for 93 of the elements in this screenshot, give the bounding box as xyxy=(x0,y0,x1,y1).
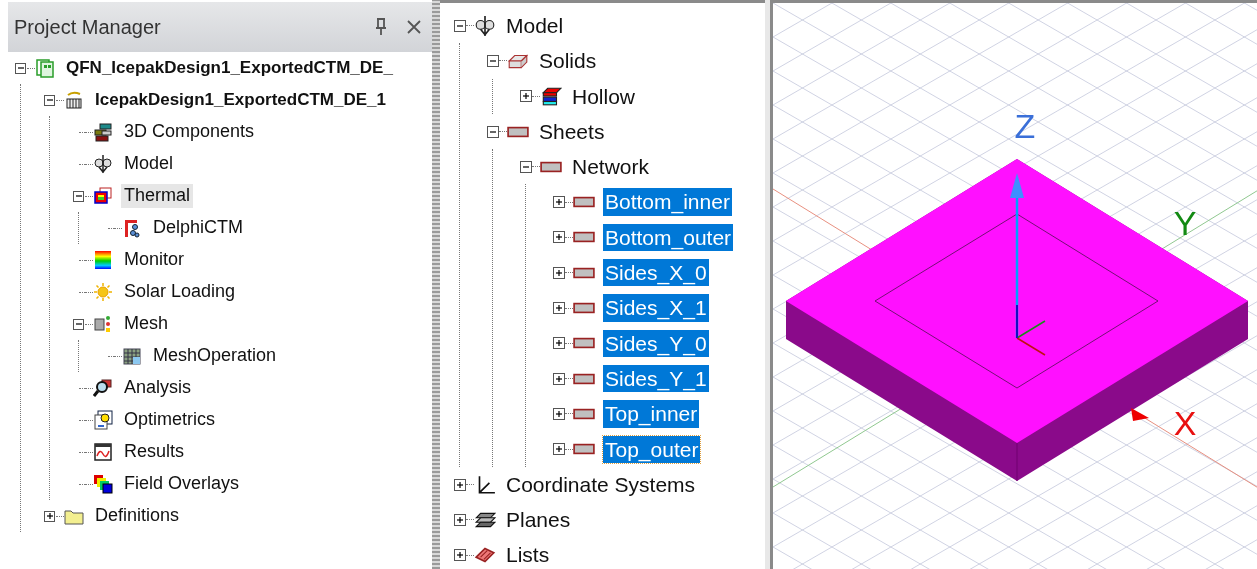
collapse-toggle[interactable] xyxy=(73,318,84,330)
tree-item[interactable]: Sides_X_0 xyxy=(603,259,709,287)
tree-item[interactable]: Solar Loading xyxy=(121,280,239,304)
minus-icon xyxy=(74,320,83,328)
pin-icon[interactable] xyxy=(374,18,388,36)
mesh-icon xyxy=(93,314,113,334)
tree-item[interactable]: Field Overlays xyxy=(121,472,243,496)
tree-item[interactable]: Coordinate Systems xyxy=(504,470,698,499)
axis-label: Z xyxy=(1014,107,1036,145)
plus-icon xyxy=(455,480,464,489)
plus-icon xyxy=(45,512,54,520)
heatsink-icon xyxy=(64,90,84,110)
expand-toggle[interactable] xyxy=(453,478,466,491)
collapse-toggle[interactable] xyxy=(44,94,55,106)
tree-item[interactable]: Sides_Y_0 xyxy=(603,329,709,357)
mesh-grid-icon xyxy=(122,346,142,366)
plus-icon xyxy=(554,198,563,207)
collapse-toggle[interactable] xyxy=(453,19,466,32)
collapse-toggle[interactable] xyxy=(73,190,84,202)
expand-toggle[interactable] xyxy=(552,266,565,279)
axis-label: X xyxy=(1173,404,1197,442)
tree-item[interactable]: Top_outer xyxy=(603,435,701,463)
tree-item[interactable]: Sheets xyxy=(537,117,607,146)
tree-item[interactable]: Analysis xyxy=(121,376,195,400)
expand-toggle[interactable] xyxy=(552,372,565,385)
expand-toggle[interactable] xyxy=(552,302,565,314)
network-icon xyxy=(122,218,142,238)
plus-icon xyxy=(455,515,464,524)
plus-icon xyxy=(554,339,563,348)
expand-toggle[interactable] xyxy=(552,443,565,456)
plus-icon xyxy=(521,92,530,101)
minus-icon xyxy=(74,192,83,200)
plus-icon xyxy=(554,268,563,277)
plus-icon xyxy=(554,304,563,312)
tree-item[interactable]: Monitor xyxy=(121,248,188,272)
tree-item[interactable]: Solids xyxy=(537,47,599,75)
expand-toggle[interactable] xyxy=(44,510,55,522)
tree-item[interactable]: IcepakDesign1_ExportedCTM_DE_1 xyxy=(92,88,389,112)
collapse-toggle[interactable] xyxy=(15,62,26,74)
overlays-icon xyxy=(93,474,113,494)
tree-item[interactable]: 3D Components xyxy=(121,120,258,144)
close-icon[interactable] xyxy=(406,19,422,35)
collapse-toggle[interactable] xyxy=(486,125,499,138)
tree-item[interactable]: Top_inner xyxy=(603,400,700,428)
color-scale-icon xyxy=(93,250,113,270)
tree-item[interactable]: Model xyxy=(504,12,566,40)
project-icon xyxy=(35,58,55,78)
collapse-toggle[interactable] xyxy=(519,160,532,173)
tree-item[interactable]: Optimetrics xyxy=(121,408,218,432)
tree-item[interactable]: Model xyxy=(121,152,177,176)
minus-icon xyxy=(16,64,25,72)
optimetrics-icon xyxy=(93,410,113,430)
tree-item[interactable]: Definitions xyxy=(92,504,183,528)
tree-item[interactable]: MeshOperation xyxy=(150,344,280,368)
tree-item[interactable]: Mesh xyxy=(121,312,171,336)
plus-icon xyxy=(554,445,563,454)
collapse-toggle[interactable] xyxy=(486,54,499,67)
tree-item[interactable]: Thermal xyxy=(121,184,193,208)
tree-item[interactable]: Network xyxy=(570,153,652,181)
tree-item[interactable]: Bottom_inner xyxy=(603,188,732,216)
panel-title: Project Manager xyxy=(14,15,162,40)
tree-item[interactable]: Planes xyxy=(504,506,573,534)
plus-icon xyxy=(554,409,563,418)
expand-toggle[interactable] xyxy=(453,513,466,526)
tree-item[interactable]: Sides_Y_1 xyxy=(603,364,709,393)
tree-item[interactable]: Lists xyxy=(504,541,552,569)
blocks-icon xyxy=(93,122,113,142)
tree-item[interactable]: Hollow xyxy=(570,82,638,110)
tree-item[interactable]: Bottom_outer xyxy=(603,223,734,252)
plus-icon xyxy=(554,233,563,242)
expand-toggle[interactable] xyxy=(519,90,532,103)
model-icon xyxy=(93,154,113,174)
tree-item[interactable]: Sides_X_1 xyxy=(603,294,709,322)
tree-item[interactable]: Results xyxy=(121,440,188,464)
layers-icon xyxy=(540,85,562,108)
tree-item[interactable]: DelphiCTM xyxy=(150,216,247,240)
expand-toggle[interactable] xyxy=(552,407,565,420)
expand-toggle[interactable] xyxy=(453,549,466,562)
boundary-icon xyxy=(93,186,113,206)
expand-toggle[interactable] xyxy=(552,231,565,244)
minus-icon xyxy=(45,96,54,104)
plot-icon xyxy=(93,442,113,462)
3d-viewport[interactable]: Z Y X xyxy=(770,0,1257,569)
tree-item[interactable]: QFN_IcepakDesign1_ExportedCTM_DE_ xyxy=(63,56,396,80)
axis-label: Y xyxy=(1173,204,1197,242)
expand-toggle[interactable] xyxy=(552,337,565,350)
model-icon xyxy=(474,14,496,37)
magnifier-icon xyxy=(93,378,113,398)
expand-toggle[interactable] xyxy=(552,196,565,209)
x-arrowhead xyxy=(1131,408,1149,421)
plus-icon xyxy=(455,551,464,560)
plus-icon xyxy=(554,374,563,383)
sun-icon xyxy=(93,282,113,302)
